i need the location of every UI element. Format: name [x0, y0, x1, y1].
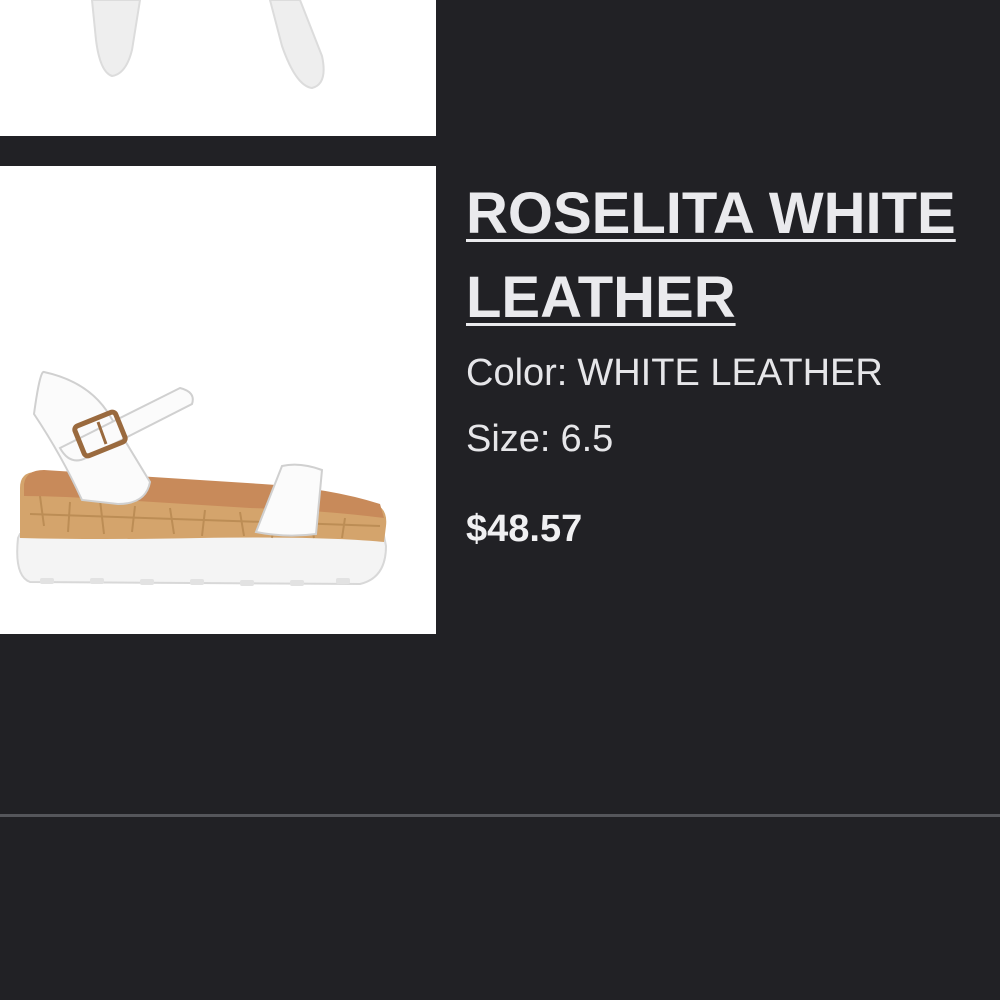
previous-product-image[interactable]	[0, 0, 436, 136]
product-image[interactable]	[0, 166, 436, 634]
previous-shoe-illustration	[0, 0, 436, 136]
product-price: $48.57	[466, 508, 583, 550]
section-divider	[0, 814, 1000, 817]
product-name-line-2: LEATHER	[466, 265, 736, 330]
sandal-illustration	[0, 166, 436, 634]
product-details: ROSELITA WHITE LEATHER Color: WHITE LEAT…	[466, 172, 1000, 552]
product-color: Color: WHITE LEATHER	[466, 350, 1000, 396]
color-value: WHITE LEATHER	[577, 352, 883, 394]
product-size: Size: 6.5	[466, 416, 1000, 462]
cart-page: ROSELITA WHITE LEATHER Color: WHITE LEAT…	[0, 0, 1000, 1000]
size-label: Size:	[466, 418, 551, 460]
size-value: 6.5	[560, 418, 614, 460]
product-name-link[interactable]: ROSELITA WHITE LEATHER	[466, 172, 1000, 340]
color-label: Color:	[466, 352, 568, 394]
product-name-line-1: ROSELITA WHITE	[466, 181, 956, 246]
